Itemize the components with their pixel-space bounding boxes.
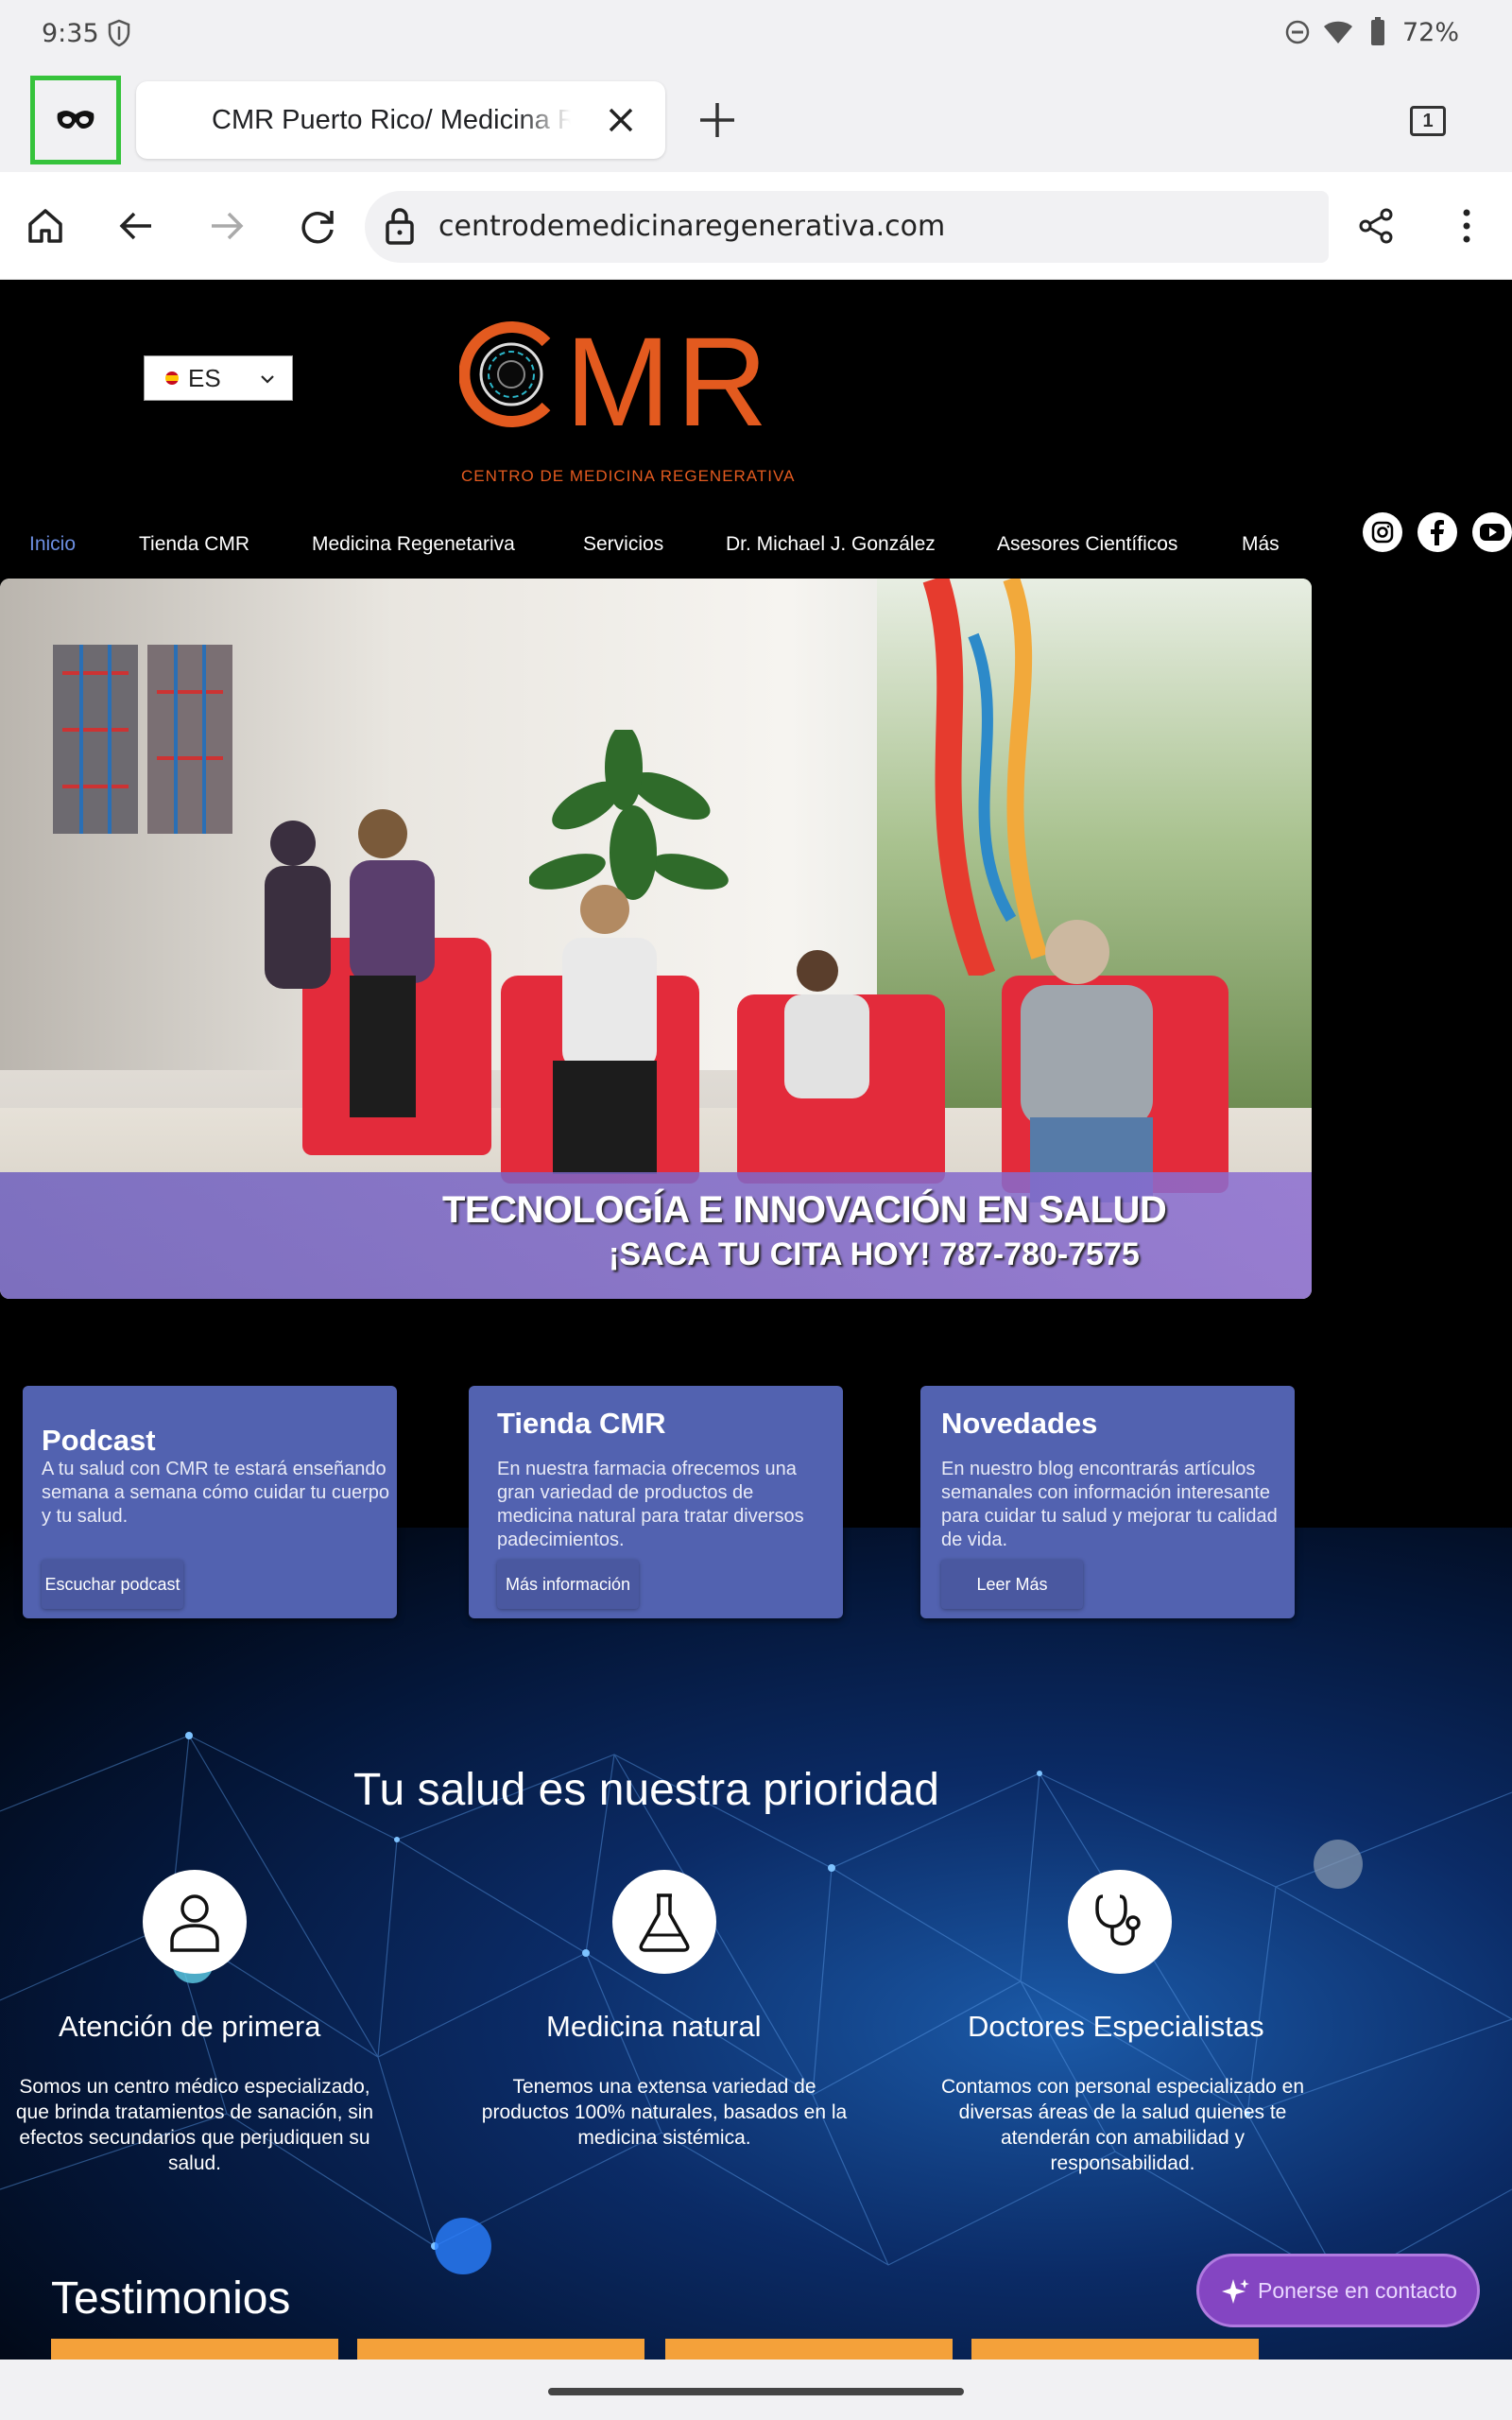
stethoscope-icon: [1068, 1870, 1172, 1974]
more-info-button[interactable]: Más información: [497, 1560, 639, 1609]
wall-painting-image: [53, 645, 232, 834]
contact-button-label: Ponerse en contacto: [1258, 2277, 1457, 2303]
nav-item-inicio[interactable]: Inicio: [29, 533, 76, 556]
more-menu-icon[interactable]: [1446, 205, 1487, 247]
home-icon[interactable]: [25, 205, 66, 247]
share-icon[interactable]: [1355, 205, 1397, 247]
card-description: En nuestra farmacia ofrecemos una gran v…: [497, 1459, 804, 1550]
web-content: ES MR CENTRO DE MEDICINA REGENERATIVA In…: [0, 280, 1512, 2360]
read-more-button[interactable]: Leer Más: [941, 1560, 1083, 1609]
facebook-icon[interactable]: [1418, 512, 1457, 552]
logo-c-ring-icon: [459, 321, 551, 427]
flask-icon: [612, 1870, 716, 1974]
priority-heading: Tu salud es nuestra prioridad: [353, 1765, 939, 1815]
battery-percent: 72%: [1401, 17, 1459, 47]
status-time: 9:35: [42, 19, 99, 48]
forward-arrow-icon[interactable]: [206, 205, 248, 247]
reload-icon[interactable]: [297, 205, 338, 247]
listen-podcast-button[interactable]: Escuchar podcast: [42, 1560, 183, 1609]
language-label: ES: [188, 363, 221, 392]
close-icon[interactable]: [605, 104, 637, 136]
card-novedades[interactable]: Novedades En nuestro blog encontrarás ar…: [920, 1386, 1295, 1618]
feature-description: Contamos con personal especializado en d…: [940, 2076, 1305, 2174]
testimonials-heading: Testimonios: [51, 2273, 291, 2324]
tab-switcher-button[interactable]: 1: [1410, 106, 1446, 136]
feature-description: Somos un centro médico especializado, qu…: [15, 2076, 374, 2174]
hero-banner[interactable]: TECNOLOGÍA E INNOVACIÓN EN SALUD ¡SACA T…: [0, 579, 1312, 1299]
url-text[interactable]: centrodemedicinaregenerativa.com: [438, 210, 945, 243]
address-bar[interactable]: centrodemedicinaregenerativa.com: [365, 191, 1329, 263]
hero-caption-phone: ¡SACA TU CITA HOY! 787-780-7575: [609, 1236, 1140, 1272]
feature-title: Medicina natural: [546, 2010, 762, 2043]
battery-icon: [1370, 17, 1384, 45]
gesture-nav-bar: [0, 2360, 1512, 2420]
card-tienda[interactable]: Tienda CMR En nuestra farmacia ofrecemos…: [469, 1386, 843, 1618]
cmr-logo[interactable]: MR CENTRO DE MEDICINA REGENERATIVA: [454, 312, 850, 485]
site-nav: Inicio Tienda CMR Medicina Regenetariva …: [0, 524, 1323, 571]
shield-icon: [108, 19, 130, 47]
back-arrow-icon[interactable]: [115, 205, 157, 247]
spain-flag-icon: [165, 372, 179, 385]
browser-toolbar: centrodemedicinaregenerativa.com: [0, 172, 1512, 280]
youtube-icon[interactable]: [1472, 512, 1512, 552]
contact-button[interactable]: Ponerse en contacto: [1196, 2254, 1480, 2327]
new-tab-icon[interactable]: [697, 100, 737, 140]
card-description: En nuestro blog encontrarás artículos se…: [941, 1459, 1278, 1550]
card-description: A tu salud con CMR te estará enseñando s…: [42, 1459, 389, 1527]
card-podcast[interactable]: Podcast A tu salud con CMR te estará ens…: [23, 1386, 397, 1618]
card-title: Novedades: [941, 1407, 1098, 1440]
nav-item-tienda[interactable]: Tienda CMR: [139, 533, 249, 556]
home-gesture-handle[interactable]: [548, 2388, 964, 2395]
testimonial-card[interactable]: [357, 2339, 644, 2360]
tab-strip: CMR Puerto Rico/ Medicina Regenerativa 1: [0, 68, 1512, 172]
incognito-mask-icon: [57, 111, 94, 129]
hero-caption: TECNOLOGÍA E INNOVACIÓN EN SALUD ¡SACA T…: [0, 1172, 1312, 1299]
nav-item-servicios[interactable]: Servicios: [583, 533, 663, 556]
browser-tab[interactable]: CMR Puerto Rico/ Medicina Regenerativa: [136, 81, 665, 159]
testimonial-card[interactable]: [971, 2339, 1259, 2360]
nav-item-asesores[interactable]: Asesores Científicos: [997, 533, 1177, 556]
status-bar: 9:35 72%: [0, 0, 1512, 68]
chevron-down-icon: [261, 375, 274, 384]
tab-title: CMR Puerto Rico/ Medicina Regenerativa: [212, 104, 571, 135]
instagram-icon[interactable]: [1363, 512, 1402, 552]
testimonial-card[interactable]: [665, 2339, 953, 2360]
sparkle-icon: [1222, 2279, 1249, 2304]
nav-item-doctor[interactable]: Dr. Michael J. González: [726, 533, 936, 556]
do-not-disturb-icon: [1285, 20, 1310, 44]
incognito-button[interactable]: [30, 76, 121, 164]
logo-wordmark: MR: [565, 312, 774, 453]
card-title: Tienda CMR: [497, 1407, 666, 1440]
person-icon: [143, 1870, 247, 1974]
lock-icon[interactable]: [384, 206, 416, 246]
hero-caption-title: TECNOLOGÍA E INNOVACIÓN EN SALUD: [442, 1189, 1167, 1231]
feature-description: Tenemos una extensa variedad de producto…: [481, 2076, 848, 2149]
language-selector[interactable]: ES: [144, 355, 293, 401]
logo-subtitle: CENTRO DE MEDICINA REGENERATIVA: [461, 467, 796, 485]
testimonial-card[interactable]: [51, 2339, 338, 2360]
card-title: Podcast: [42, 1424, 156, 1457]
feature-title: Doctores Especialistas: [968, 2010, 1264, 2043]
feature-title: Atención de primera: [59, 2010, 321, 2043]
nav-item-medicina[interactable]: Medicina Regenetariva: [312, 533, 515, 556]
wifi-icon: [1323, 21, 1352, 43]
patients-photo: [265, 809, 1153, 1202]
nav-item-mas[interactable]: Más: [1242, 533, 1280, 556]
